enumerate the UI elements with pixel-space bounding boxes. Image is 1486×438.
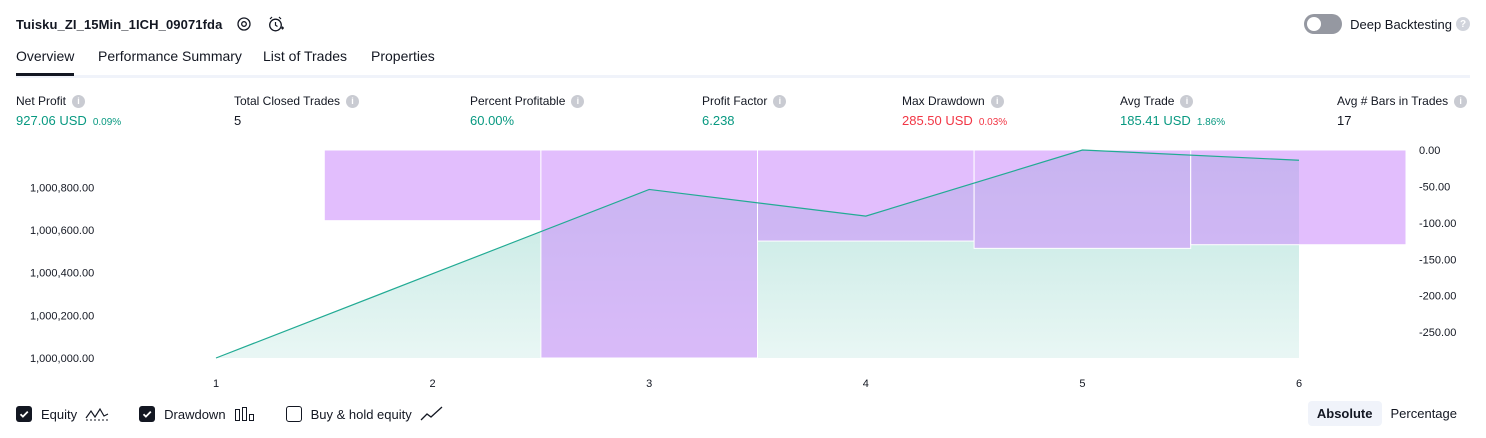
metric-value: 285.50 USD [902, 113, 973, 128]
gear-icon[interactable] [234, 14, 254, 34]
tab-bar: Overview Performance Summary List of Tra… [16, 44, 1470, 78]
tab-list-of-trades[interactable]: List of Trades [263, 48, 347, 73]
checkbox-checked-icon [16, 406, 32, 422]
x-axis-tick-label: 6 [1296, 378, 1302, 390]
metric-percent: 0.09% [92, 117, 122, 128]
x-axis-tick-label: 5 [1079, 378, 1085, 390]
deep-backtesting-toggle[interactable] [1304, 14, 1343, 34]
buy-hold-checkbox[interactable]: Buy & hold equity [285, 406, 444, 422]
checkbox-label: Equity [41, 406, 78, 422]
mode-absolute-button[interactable]: Absolute [1307, 401, 1382, 426]
metric-value: 927.06 USD [16, 113, 87, 128]
alarm-clock-icon[interactable] [266, 14, 286, 34]
checkbox-label: Buy & hold equity [310, 406, 412, 422]
metric-label: Avg Trade [1120, 94, 1175, 108]
metric-profit-factor: Profit Factor i 6.238 [702, 94, 787, 128]
metric-value: 5 [234, 113, 242, 128]
metric-value: 185.41 USD [1120, 113, 1191, 128]
left-axis-tick-label: 1,000,400.00 [30, 268, 94, 280]
metric-percent-profitable: Percent Profitable i 60.00% [470, 94, 585, 128]
toggle-knob [1307, 17, 1322, 31]
equity-drawdown-chart[interactable]: 1,000,800.00 1,000,600.00 1,000,400.00 1,00… [0, 140, 1486, 395]
strategy-header: Tuisku_ZI_15Min_1ICH_09071fda [16, 13, 286, 35]
display-mode-switch: Absolute Percentage [1307, 401, 1467, 426]
right-axis-tick-label: -150.00 [1419, 254, 1456, 266]
checkbox-unchecked-icon [285, 406, 302, 422]
drawdown-checkbox[interactable]: Drawdown [139, 406, 255, 422]
drawdown-bar [757, 149, 975, 242]
drawdown-bar [107, 149, 325, 152]
drawdown-bars-icon [234, 406, 256, 422]
info-icon[interactable]: i [1180, 94, 1194, 108]
info-icon[interactable]: i [346, 94, 360, 108]
metric-label: Percent Profitable [470, 94, 566, 108]
tab-properties[interactable]: Properties [371, 48, 435, 73]
metric-avg-bars: Avg # Bars in Trades i 17 [1337, 94, 1468, 128]
equity-line-icon [85, 406, 109, 422]
buy-hold-line-icon [420, 406, 444, 422]
info-icon[interactable]: i [990, 94, 1004, 108]
checkbox-label: Drawdown [164, 406, 226, 422]
metric-value: 60.00% [470, 113, 515, 128]
metric-avg-trade: Avg Trade i 185.41 USD 1.86% [1120, 94, 1225, 128]
tab-performance-summary[interactable]: Performance Summary [98, 48, 242, 73]
chart-legend: Equity Drawdown Buy & hold equity [16, 403, 474, 425]
info-icon[interactable]: i [72, 94, 86, 108]
info-icon[interactable]: i [1454, 94, 1468, 108]
left-axis-tick-label: 1,000,600.00 [30, 225, 94, 237]
info-icon[interactable]: i [773, 94, 787, 108]
tab-overview[interactable]: Overview [16, 48, 75, 76]
equity-checkbox[interactable]: Equity [16, 406, 109, 422]
x-axis-tick-label: 4 [863, 378, 869, 390]
info-icon[interactable]: i [571, 94, 585, 108]
metric-label: Net Profit [16, 94, 67, 108]
metric-label: Profit Factor [702, 94, 768, 108]
right-axis-tick-label: 0.00 [1419, 145, 1440, 157]
metric-label: Avg # Bars in Trades [1337, 94, 1449, 108]
left-axis-tick-label: 1,000,800.00 [30, 182, 94, 194]
checkbox-checked-icon [139, 406, 156, 422]
metric-value: 6.238 [702, 113, 735, 128]
left-axis-tick-label: 1,000,000.00 [30, 353, 94, 365]
deep-backtesting-label: Deep Backtesting [1350, 16, 1452, 32]
metric-net-profit: Net Profit i 927.06 USD 0.09% [16, 94, 121, 128]
drawdown-bar [1190, 149, 1407, 246]
strategy-name: Tuisku_ZI_15Min_1ICH_09071fda [16, 16, 223, 32]
drawdown-bar [540, 149, 759, 359]
metric-label: Total Closed Trades [234, 94, 341, 108]
drawdown-bar [323, 149, 542, 222]
right-axis-tick-label: -50.00 [1419, 181, 1450, 193]
question-icon[interactable]: ? [1456, 17, 1470, 31]
right-axis-tick-label: -250.00 [1419, 327, 1456, 339]
x-axis-tick-label: 1 [213, 378, 219, 390]
metric-label: Max Drawdown [902, 94, 985, 108]
mode-percentage-button[interactable]: Percentage [1382, 401, 1467, 426]
right-axis-tick-label: -100.00 [1419, 218, 1456, 230]
metric-percent: 1.86% [1196, 117, 1226, 128]
left-axis-tick-label: 1,000,200.00 [30, 310, 94, 322]
x-axis-tick-label: 2 [430, 378, 436, 390]
x-axis-tick-label: 3 [646, 378, 652, 390]
drawdown-bar [973, 149, 1192, 249]
right-axis-tick-label: -200.00 [1419, 291, 1456, 303]
metric-percent: 0.03% [978, 117, 1008, 128]
metric-total-closed-trades: Total Closed Trades i 5 [234, 94, 360, 128]
deep-backtesting: Deep Backtesting ? [1304, 13, 1470, 35]
metric-max-drawdown: Max Drawdown i 285.50 USD 0.03% [902, 94, 1007, 128]
metric-value: 17 [1337, 113, 1352, 128]
